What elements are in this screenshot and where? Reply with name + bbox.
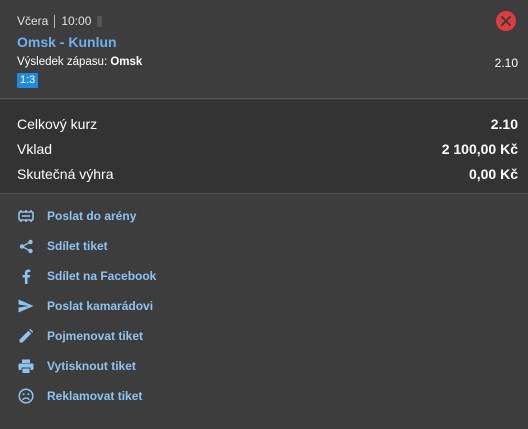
share-icon	[17, 237, 35, 255]
stake-value: 2 100,00 Kč	[441, 141, 518, 157]
win-value: 0,00 Kč	[468, 166, 518, 182]
meta-divider	[54, 14, 56, 28]
score-badge: 1:3	[17, 73, 39, 88]
share-facebook-button[interactable]: Sdílet na Facebook	[17, 266, 156, 286]
sad-face-icon	[17, 387, 35, 405]
action-label: Vytisknout tiket	[47, 359, 136, 373]
total-odds-label: Celkový kurz	[17, 116, 98, 132]
bet-meta: Včera 10:00	[17, 14, 103, 28]
total-odds-row: Celkový kurz 2.10	[17, 114, 518, 134]
action-label: Sdílet tiket	[47, 239, 108, 253]
stake-label: Vklad	[17, 141, 53, 157]
market-label: Výsledek zápasu:	[17, 56, 108, 68]
market-line: Výsledek zápasu: Omsk	[17, 56, 142, 68]
close-icon	[501, 16, 511, 26]
stake-row: Vklad 2 100,00 Kč	[17, 139, 518, 159]
pencil-icon	[17, 327, 35, 345]
ticket-summary: Celkový kurz 2.10 Vklad 2 100,00 Kč Skut…	[0, 100, 528, 194]
facebook-icon	[17, 267, 35, 285]
win-row: Skutečná výhra 0,00 Kč	[17, 164, 518, 184]
match-title[interactable]: Omsk - Kunlun	[17, 34, 117, 50]
bet-day: Včera	[17, 14, 49, 28]
bet-time: 10:00	[61, 14, 92, 28]
action-label: Poslat kamarádovi	[47, 299, 154, 313]
arena-icon	[17, 207, 35, 225]
total-odds-value: 2.10	[490, 116, 518, 132]
rename-ticket-button[interactable]: Pojmenovat tiket	[17, 326, 143, 346]
win-label: Skutečná výhra	[17, 166, 114, 182]
action-label: Poslat do arény	[47, 209, 137, 223]
print-ticket-button[interactable]: Vytisknout tiket	[17, 356, 136, 376]
ticket-actions: Poslat do arény Sdílet tiket Sdílet na F…	[0, 195, 528, 429]
send-icon	[17, 297, 35, 315]
complain-ticket-button[interactable]: Reklamovat tiket	[17, 386, 142, 406]
print-icon	[17, 357, 35, 375]
lock-icon	[97, 15, 103, 27]
send-to-arena-button[interactable]: Poslat do arény	[17, 206, 136, 226]
share-ticket-button[interactable]: Sdílet tiket	[17, 236, 108, 256]
remove-button[interactable]	[496, 11, 516, 31]
action-label: Pojmenovat tiket	[47, 329, 144, 343]
bet-odd: 2.10	[494, 56, 518, 70]
bet-card: Včera 10:00 Omsk - Kunlun Výsledek zápas…	[0, 0, 528, 99]
send-to-friend-button[interactable]: Poslat kamarádovi	[17, 296, 153, 316]
market-pick: Omsk	[110, 56, 143, 68]
action-label: Sdílet na Facebook	[47, 269, 157, 283]
action-label: Reklamovat tiket	[47, 389, 143, 403]
